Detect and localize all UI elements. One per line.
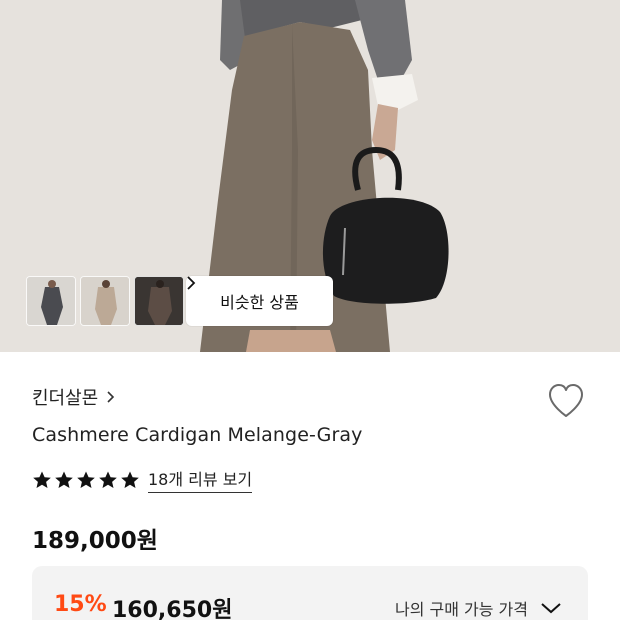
thumbnail-1-image bbox=[27, 277, 75, 325]
discount-price: 160,650원 bbox=[112, 598, 233, 620]
thumbnail-3-image bbox=[135, 277, 183, 325]
thumbnail-2[interactable] bbox=[80, 276, 130, 326]
chevron-right-icon bbox=[187, 276, 196, 290]
product-image[interactable]: 비슷한 상품 bbox=[0, 0, 620, 352]
thumbnail-1[interactable] bbox=[26, 276, 76, 326]
rating-stars bbox=[32, 470, 140, 490]
thumbnail-2-image bbox=[81, 277, 129, 325]
brand-name: 킨더살몬 bbox=[32, 388, 99, 409]
star-icon bbox=[121, 471, 139, 488]
star-icon bbox=[55, 471, 73, 488]
review-link[interactable]: 18개 리뷰 보기 bbox=[148, 466, 253, 493]
product-name: Cashmere Cardigan Melange-Gray bbox=[32, 424, 363, 446]
chevron-right-icon bbox=[107, 391, 115, 403]
heart-icon bbox=[549, 384, 583, 417]
thumbnail-list bbox=[26, 276, 184, 326]
thumbnail-3[interactable] bbox=[134, 276, 184, 326]
original-price: 189,000원 bbox=[32, 528, 158, 554]
star-icon bbox=[99, 471, 117, 488]
star-icon bbox=[33, 471, 51, 488]
wishlist-button[interactable] bbox=[546, 382, 586, 424]
discount-price-box[interactable]: 15% 160,650원 나의 구매 가능 가격 bbox=[32, 566, 588, 620]
rating-row: 18개 리뷰 보기 bbox=[32, 466, 253, 493]
similar-products-button[interactable]: 비슷한 상품 bbox=[186, 276, 333, 326]
my-price-label: 나의 구매 가능 가격 bbox=[394, 600, 528, 619]
discount-percent: 15% bbox=[54, 592, 107, 617]
star-icon bbox=[77, 471, 95, 488]
similar-products-label: 비슷한 상품 bbox=[220, 293, 299, 312]
chevron-down-icon bbox=[541, 603, 561, 614]
my-price-toggle[interactable]: 나의 구매 가능 가격 bbox=[395, 596, 562, 620]
brand-link[interactable]: 킨더살몬 bbox=[32, 384, 115, 410]
